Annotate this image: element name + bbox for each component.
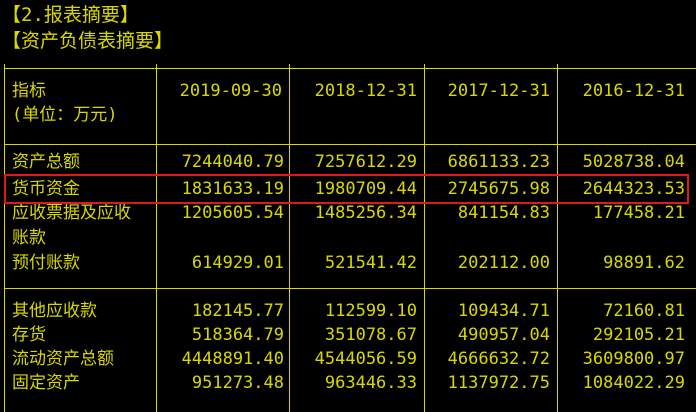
col-separator-4 bbox=[557, 64, 558, 412]
table-cell: 6861133.23 bbox=[447, 152, 550, 172]
header-separator bbox=[4, 144, 696, 145]
table-cell: 1485256.34 bbox=[314, 203, 417, 223]
table-cell: 7257612.29 bbox=[314, 152, 417, 172]
row-label-receivables-cont: 账款 bbox=[12, 228, 46, 248]
row-label-fixed-assets: 固定资产 bbox=[12, 373, 80, 393]
highlight-box bbox=[4, 174, 689, 204]
table-cell: 614929.01 bbox=[191, 253, 284, 273]
header-date-2018: 2018-12-31 bbox=[314, 81, 417, 101]
header-date-2016: 2016-12-31 bbox=[582, 81, 685, 101]
table-cell: 1205605.54 bbox=[181, 203, 284, 223]
header-date-2019: 2019-09-30 bbox=[179, 81, 282, 101]
row-label-prepayments: 预付账款 bbox=[12, 253, 80, 273]
table-cell: 1137972.75 bbox=[447, 373, 550, 393]
table-cell: 98891.62 bbox=[603, 253, 685, 273]
group-separator bbox=[4, 288, 696, 289]
col-separator-1 bbox=[156, 64, 157, 412]
table-cell: 202112.00 bbox=[457, 253, 550, 273]
table-cell: 4666632.72 bbox=[447, 349, 550, 369]
table-cell: 490957.04 bbox=[457, 325, 550, 345]
table-cell: 109434.71 bbox=[457, 301, 550, 321]
col-separator-0 bbox=[4, 64, 5, 412]
table-cell: 1084022.29 bbox=[582, 373, 685, 393]
table-cell: 5028738.04 bbox=[582, 152, 685, 172]
table-cell: 951273.48 bbox=[191, 373, 284, 393]
table-cell: 518364.79 bbox=[191, 325, 284, 345]
col-separator-2 bbox=[289, 64, 290, 412]
table-cell: 7244040.79 bbox=[181, 152, 284, 172]
table-cell: 3609800.97 bbox=[582, 349, 685, 369]
header-label-line2: (单位：万元) bbox=[12, 105, 118, 125]
header-label-line1: 指标 bbox=[12, 81, 46, 101]
table-cell: 177458.21 bbox=[592, 203, 685, 223]
table-cell: 72160.81 bbox=[603, 301, 685, 321]
table-title: 【资产负债表摘要】 bbox=[2, 30, 174, 52]
row-label-current-assets: 流动资产总额 bbox=[12, 349, 114, 369]
row-label-inventory: 存货 bbox=[12, 325, 46, 345]
row-label-other-receivables: 其他应收款 bbox=[12, 301, 97, 321]
section-title: 【2.报表摘要】 bbox=[2, 4, 139, 26]
table-cell: 351078.67 bbox=[324, 325, 417, 345]
table-top-border bbox=[4, 68, 696, 69]
row-label-total-assets: 资产总额 bbox=[12, 152, 80, 172]
table-cell: 4448891.40 bbox=[181, 349, 284, 369]
table-cell: 963446.33 bbox=[324, 373, 417, 393]
table-cell: 841154.83 bbox=[457, 203, 550, 223]
col-separator-3 bbox=[424, 64, 425, 412]
table-cell: 292105.21 bbox=[592, 325, 685, 345]
table-cell: 521541.42 bbox=[324, 253, 417, 273]
table-cell: 182145.77 bbox=[191, 301, 284, 321]
table-cell: 4544056.59 bbox=[314, 349, 417, 369]
row-label-receivables: 应收票据及应收 bbox=[12, 203, 131, 223]
header-date-2017: 2017-12-31 bbox=[447, 81, 550, 101]
table-cell: 112599.10 bbox=[324, 301, 417, 321]
